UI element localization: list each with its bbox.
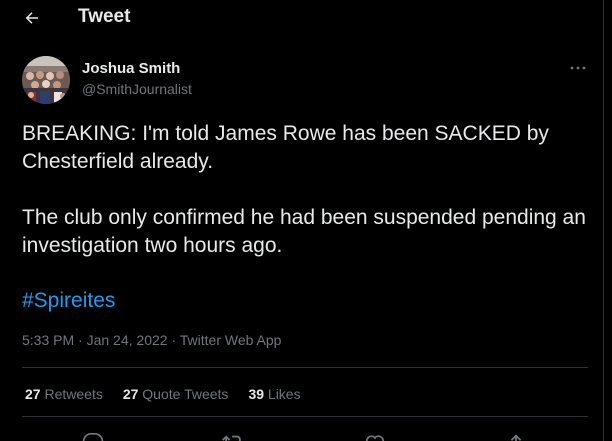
header: Tweet: [0, 0, 604, 36]
hashtag-link[interactable]: #Spireites: [22, 287, 115, 315]
engagement-stats: 27 Retweets 27 Quote Tweets 39 Likes: [25, 385, 321, 403]
tweet-meta: 5:33 PM · Jan 24, 2022 · Twitter Web App: [22, 331, 281, 349]
tweet-time[interactable]: 5:33 PM: [22, 332, 74, 348]
reply-icon: [82, 433, 104, 441]
more-options-button[interactable]: [566, 58, 590, 78]
divider: [22, 367, 588, 368]
column-border: [603, 0, 604, 441]
tweet-text: BREAKING: I'm told James Rowe has been S…: [22, 120, 592, 260]
tweet-page: Tweet Joshua Smith @SmithJournalist BREA…: [0, 0, 612, 441]
like-button[interactable]: [364, 432, 386, 441]
arrow-left-icon: [25, 12, 38, 24]
page-title: Tweet: [78, 6, 131, 27]
reply-button[interactable]: [82, 432, 104, 441]
retweet-icon: [222, 435, 241, 441]
author-handle[interactable]: @SmithJournalist: [82, 80, 192, 98]
meta-separator: ·: [78, 332, 83, 348]
retweets-stat[interactable]: 27 Retweets: [25, 385, 103, 403]
likes-stat[interactable]: 39 Likes: [248, 385, 300, 403]
more-dots-icon: [570, 66, 586, 70]
divider: [22, 416, 588, 417]
author-name[interactable]: Joshua Smith: [82, 60, 180, 78]
share-button[interactable]: [505, 432, 527, 441]
tweet-date[interactable]: Jan 24, 2022: [87, 332, 168, 348]
like-icon: [365, 435, 385, 441]
quote-tweets-stat[interactable]: 27 Quote Tweets: [123, 385, 229, 403]
retweet-button[interactable]: [222, 432, 244, 441]
share-icon: [510, 434, 522, 441]
tweet-paragraph: BREAKING: I'm told James Rowe has been S…: [22, 122, 549, 173]
back-button[interactable]: [18, 4, 46, 32]
crowd-photo-avatar: [22, 56, 70, 104]
tweet-source[interactable]: Twitter Web App: [180, 332, 282, 348]
tweet-paragraph: The club only confirmed he had been susp…: [22, 206, 586, 257]
avatar[interactable]: [22, 56, 70, 104]
meta-separator: ·: [171, 332, 177, 348]
